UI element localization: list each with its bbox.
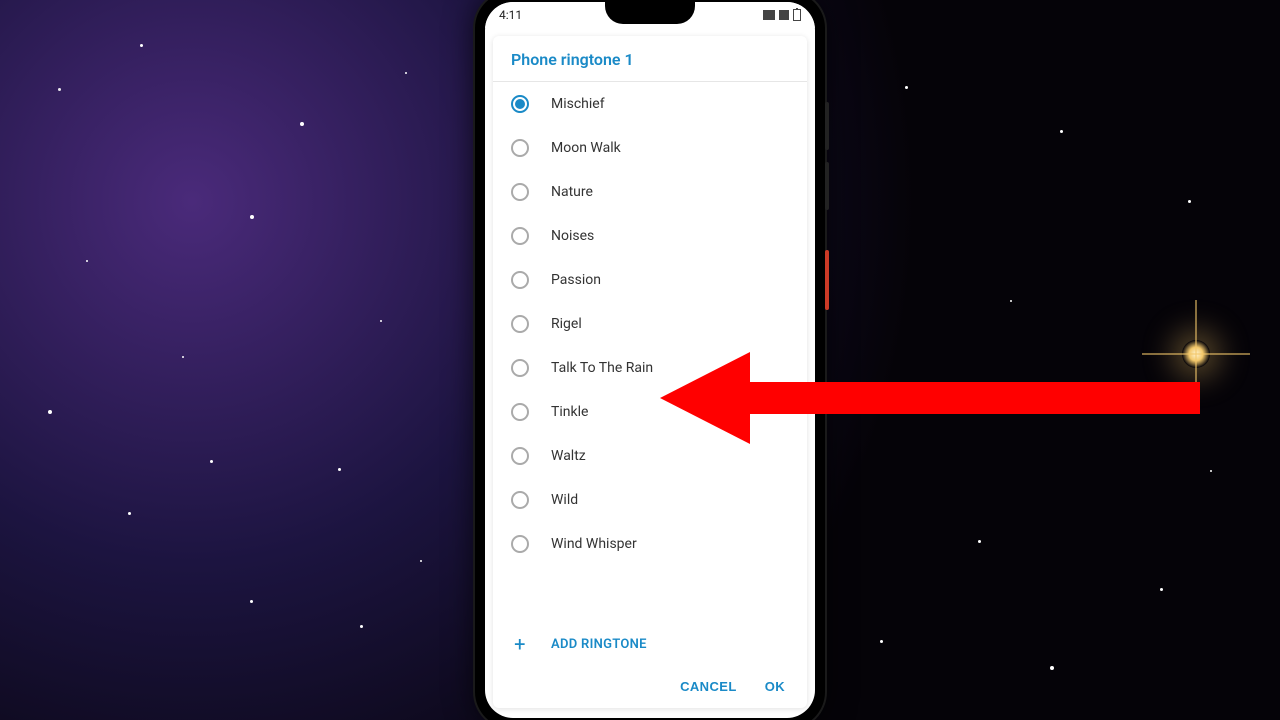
radio-icon: [511, 139, 529, 157]
ringtone-dialog: Phone ringtone 1 Mischief Moon Walk Nature…: [493, 36, 807, 708]
signal-icon: [763, 10, 775, 20]
radio-icon: [511, 227, 529, 245]
ok-button[interactable]: OK: [765, 679, 785, 694]
ringtone-option[interactable]: Talk To The Rain: [493, 346, 807, 390]
ringtone-label: Talk To The Rain: [551, 360, 653, 376]
radio-icon: [511, 491, 529, 509]
radio-icon: [511, 359, 529, 377]
lens-flare-star: [1182, 340, 1210, 368]
add-ringtone-label: ADD RINGTONE: [551, 637, 647, 652]
star: [905, 86, 908, 89]
star: [1188, 200, 1191, 203]
volume-up-button: [825, 102, 829, 150]
radio-icon: [511, 447, 529, 465]
dialog-title: Phone ringtone 1: [493, 36, 807, 82]
ringtone-label: Mischief: [551, 96, 605, 112]
ringtone-option[interactable]: Tinkle: [493, 390, 807, 434]
star: [250, 215, 254, 219]
star: [1210, 470, 1212, 472]
star: [978, 540, 981, 543]
star: [86, 260, 88, 262]
battery-icon: [793, 9, 801, 21]
radio-icon: [511, 315, 529, 333]
ringtone-label: Passion: [551, 272, 601, 288]
wifi-icon: [779, 10, 789, 20]
ringtone-label: Moon Walk: [551, 140, 621, 156]
star: [405, 72, 407, 74]
star: [1050, 666, 1054, 670]
ringtone-label: Noises: [551, 228, 594, 244]
star: [1060, 130, 1063, 133]
ringtone-option[interactable]: Wild: [493, 478, 807, 522]
ringtone-option[interactable]: Nature: [493, 170, 807, 214]
ringtone-option[interactable]: Wind Whisper: [493, 522, 807, 566]
star: [420, 560, 422, 562]
star: [1160, 588, 1163, 591]
radio-icon: [511, 535, 529, 553]
ringtone-option[interactable]: Waltz: [493, 434, 807, 478]
ringtone-option[interactable]: Passion: [493, 258, 807, 302]
ringtone-label: Wind Whisper: [551, 536, 637, 552]
ringtone-label: Rigel: [551, 316, 582, 332]
radio-icon: [511, 95, 529, 113]
plus-icon: +: [511, 635, 529, 653]
star: [182, 356, 184, 358]
ringtone-label: Tinkle: [551, 404, 588, 420]
phone-device-frame: 4:11 Phone ringtone 1 Mischief Moon Walk N…: [475, 0, 825, 720]
volume-down-button: [825, 162, 829, 210]
star: [140, 44, 143, 47]
radio-icon: [511, 403, 529, 421]
radio-icon: [511, 183, 529, 201]
ringtone-list[interactable]: Mischief Moon Walk Nature Noises Passion Rige…: [493, 82, 807, 622]
star: [338, 468, 341, 471]
star: [880, 640, 883, 643]
ringtone-option[interactable]: Moon Walk: [493, 126, 807, 170]
ringtone-option[interactable]: Rigel: [493, 302, 807, 346]
ringtone-label: Nature: [551, 184, 593, 200]
radio-icon: [511, 271, 529, 289]
star: [250, 600, 253, 603]
ringtone-label: Wild: [551, 492, 578, 508]
cancel-button[interactable]: CANCEL: [680, 679, 737, 694]
ringtone-option[interactable]: Mischief: [493, 82, 807, 126]
dialog-actions: CANCEL OK: [493, 669, 807, 708]
star: [210, 460, 213, 463]
add-ringtone-button[interactable]: + ADD RINGTONE: [493, 622, 807, 669]
star: [360, 625, 363, 628]
power-button: [825, 250, 829, 310]
ringtone-label: Waltz: [551, 448, 586, 464]
star: [48, 410, 52, 414]
ringtone-option[interactable]: Noises: [493, 214, 807, 258]
display-notch: [605, 2, 695, 24]
status-time: 4:11: [499, 8, 522, 22]
star: [300, 122, 304, 126]
star: [1010, 300, 1012, 302]
status-icons: [763, 9, 801, 21]
star: [58, 88, 61, 91]
star: [128, 512, 131, 515]
phone-screen: 4:11 Phone ringtone 1 Mischief Moon Walk N…: [485, 2, 815, 718]
star: [380, 320, 382, 322]
